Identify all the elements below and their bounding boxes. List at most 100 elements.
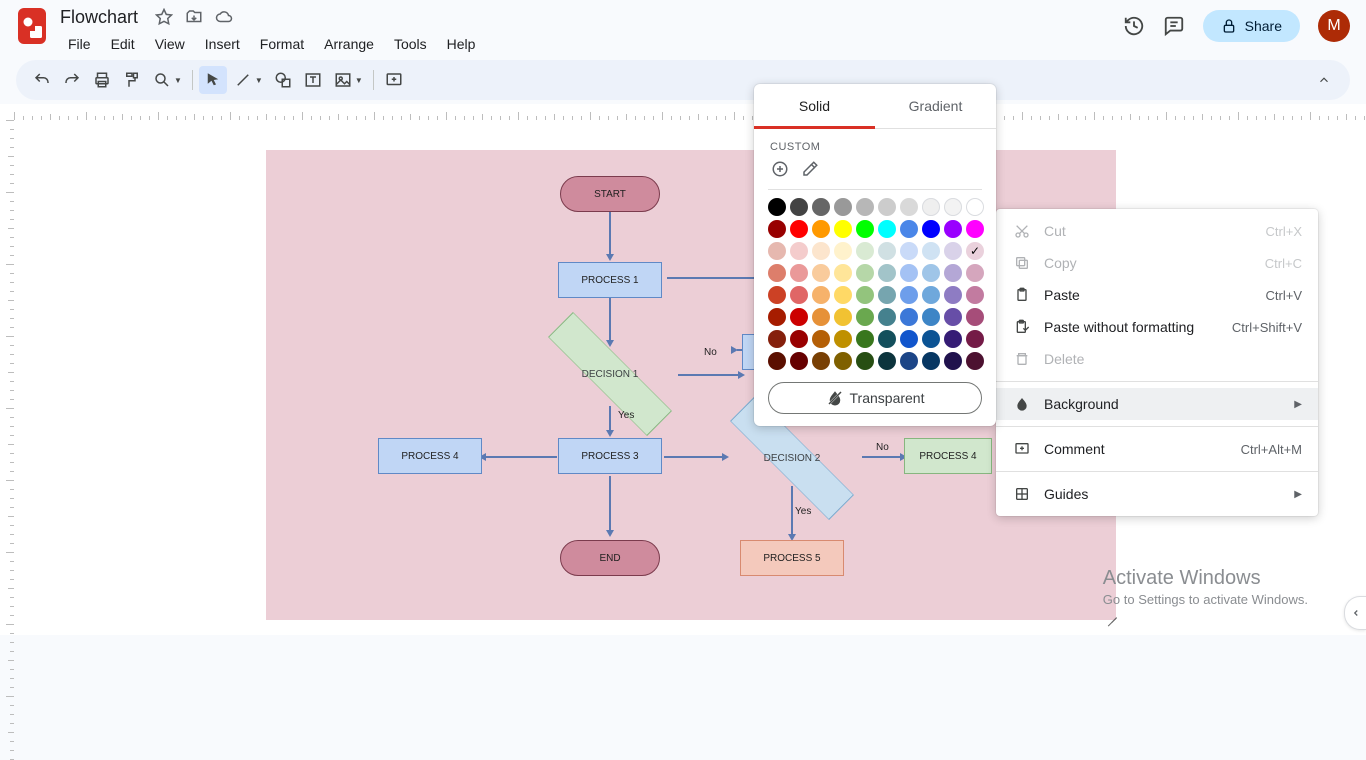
color-swatch[interactable] — [768, 242, 786, 260]
color-swatch[interactable] — [900, 286, 918, 304]
flowchart-decision-1[interactable]: DECISION 1 — [540, 342, 680, 406]
zoom-button[interactable] — [148, 66, 176, 94]
color-swatch[interactable] — [790, 352, 808, 370]
color-swatch[interactable] — [812, 220, 830, 238]
ctx-comment[interactable]: CommentCtrl+Alt+M — [996, 433, 1318, 465]
color-swatch[interactable] — [790, 242, 808, 260]
collapse-toolbar-button[interactable] — [1310, 66, 1338, 94]
color-tab-gradient[interactable]: Gradient — [875, 84, 996, 128]
color-swatch[interactable] — [944, 330, 962, 348]
color-swatch[interactable] — [966, 308, 984, 326]
menu-tools[interactable]: Tools — [386, 32, 435, 56]
flowchart-process-3[interactable]: PROCESS 3 — [558, 438, 662, 474]
color-swatch[interactable] — [922, 308, 940, 326]
color-swatch[interactable] — [922, 198, 940, 216]
color-swatch[interactable] — [790, 330, 808, 348]
select-tool[interactable] — [199, 66, 227, 94]
color-swatch[interactable] — [856, 286, 874, 304]
menu-format[interactable]: Format — [252, 32, 312, 56]
color-swatch[interactable] — [878, 242, 896, 260]
print-button[interactable] — [88, 66, 116, 94]
color-swatch[interactable] — [922, 352, 940, 370]
flowchart-process-1[interactable]: PROCESS 1 — [558, 262, 662, 298]
menu-help[interactable]: Help — [439, 32, 484, 56]
color-swatch[interactable] — [922, 286, 940, 304]
flowchart-process-4-right[interactable]: PROCESS 4 — [904, 438, 992, 474]
color-swatch[interactable] — [768, 352, 786, 370]
line-tool[interactable] — [229, 66, 257, 94]
color-swatch[interactable] — [966, 198, 984, 216]
color-swatch[interactable] — [900, 308, 918, 326]
ctx-guides[interactable]: Guides▶ — [996, 478, 1318, 510]
color-swatch[interactable] — [944, 308, 962, 326]
color-swatch[interactable] — [878, 352, 896, 370]
menu-insert[interactable]: Insert — [197, 32, 248, 56]
add-custom-color-button[interactable] — [770, 159, 790, 179]
color-swatch[interactable] — [834, 352, 852, 370]
color-swatch[interactable] — [966, 352, 984, 370]
color-swatch[interactable] — [878, 308, 896, 326]
color-swatch[interactable] — [966, 220, 984, 238]
flowchart-start[interactable]: START — [560, 176, 660, 212]
color-swatch[interactable] — [834, 220, 852, 238]
color-swatch[interactable] — [944, 352, 962, 370]
menu-file[interactable]: File — [60, 32, 99, 56]
document-title[interactable]: Flowchart — [60, 7, 138, 28]
color-swatch[interactable] — [900, 330, 918, 348]
color-swatch[interactable] — [944, 220, 962, 238]
color-swatch[interactable] — [856, 264, 874, 282]
color-swatch[interactable] — [966, 264, 984, 282]
history-icon[interactable] — [1123, 15, 1145, 37]
color-swatch[interactable] — [922, 264, 940, 282]
color-swatch[interactable] — [812, 286, 830, 304]
color-swatch[interactable] — [966, 286, 984, 304]
color-swatch[interactable] — [966, 330, 984, 348]
comments-icon[interactable] — [1163, 15, 1185, 37]
color-swatch[interactable] — [790, 286, 808, 304]
color-swatch[interactable] — [900, 352, 918, 370]
color-swatch[interactable] — [834, 198, 852, 216]
color-swatch[interactable] — [768, 330, 786, 348]
color-swatch[interactable] — [834, 308, 852, 326]
drawings-logo-icon[interactable] — [16, 6, 48, 46]
undo-button[interactable] — [28, 66, 56, 94]
color-swatch[interactable] — [812, 330, 830, 348]
cloud-status-icon[interactable] — [214, 7, 234, 27]
color-swatch[interactable] — [922, 330, 940, 348]
color-swatch[interactable] — [922, 242, 940, 260]
menu-arrange[interactable]: Arrange — [316, 32, 382, 56]
color-swatch[interactable] — [944, 198, 962, 216]
color-swatch[interactable] — [768, 286, 786, 304]
shape-tool[interactable] — [269, 66, 297, 94]
textbox-tool[interactable] — [299, 66, 327, 94]
line-tool-dropdown[interactable]: ▼ — [255, 76, 267, 85]
color-swatch[interactable] — [900, 242, 918, 260]
menu-edit[interactable]: Edit — [103, 32, 143, 56]
menu-view[interactable]: View — [147, 32, 193, 56]
share-button[interactable]: Share — [1203, 10, 1300, 42]
image-tool[interactable] — [329, 66, 357, 94]
color-swatch[interactable] — [768, 264, 786, 282]
insert-comment-button[interactable] — [380, 66, 408, 94]
color-swatch[interactable] — [812, 242, 830, 260]
color-swatch[interactable] — [966, 242, 984, 260]
color-swatch[interactable] — [790, 308, 808, 326]
color-swatch[interactable] — [856, 198, 874, 216]
color-swatch[interactable] — [878, 286, 896, 304]
flowchart-end[interactable]: END — [560, 540, 660, 576]
image-tool-dropdown[interactable]: ▼ — [355, 76, 367, 85]
color-swatch[interactable] — [834, 264, 852, 282]
color-swatch[interactable] — [834, 242, 852, 260]
color-swatch[interactable] — [812, 198, 830, 216]
color-swatch[interactable] — [856, 242, 874, 260]
color-swatch[interactable] — [790, 198, 808, 216]
color-swatch[interactable] — [856, 308, 874, 326]
ctx-paste-without-formatting[interactable]: Paste without formattingCtrl+Shift+V — [996, 311, 1318, 343]
flowchart-process-4-left[interactable]: PROCESS 4 — [378, 438, 482, 474]
redo-button[interactable] — [58, 66, 86, 94]
color-swatch[interactable] — [834, 286, 852, 304]
color-swatch[interactable] — [768, 220, 786, 238]
color-swatch[interactable] — [900, 220, 918, 238]
ctx-paste[interactable]: PasteCtrl+V — [996, 279, 1318, 311]
flowchart-decision-2[interactable]: DECISION 2 — [722, 426, 862, 490]
